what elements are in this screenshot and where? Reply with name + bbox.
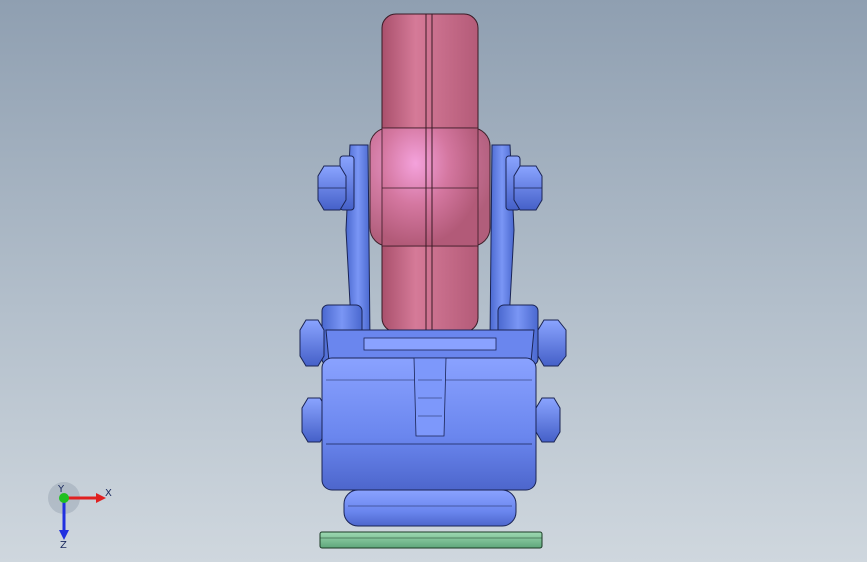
x-axis-label: X [105, 488, 112, 499]
caster-wheel-model[interactable] [0, 0, 867, 562]
swivel-base[interactable] [343, 489, 517, 527]
axle-nut-right[interactable] [513, 165, 543, 211]
bracket-bolt-left-upper[interactable] [299, 319, 325, 367]
wheel[interactable] [369, 13, 491, 333]
graphics-viewport[interactable]: X Y Z [0, 0, 867, 562]
z-axis-label: Z [60, 540, 67, 550]
bracket-bolt-right-lower[interactable] [535, 397, 561, 443]
axle-nut-left[interactable] [317, 165, 347, 211]
caster-body[interactable] [321, 357, 537, 491]
orientation-triad[interactable]: X Y Z [40, 480, 120, 550]
mounting-plate[interactable] [319, 531, 543, 549]
y-axis-label: Y [57, 484, 65, 495]
bracket-bolt-right-upper[interactable] [537, 319, 567, 367]
